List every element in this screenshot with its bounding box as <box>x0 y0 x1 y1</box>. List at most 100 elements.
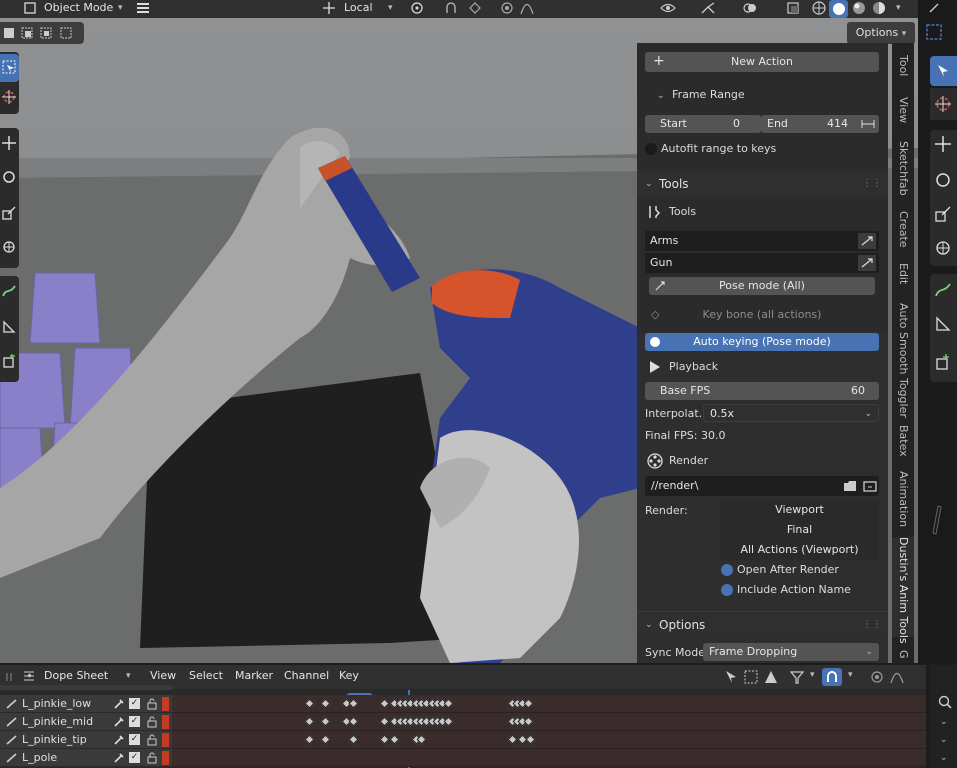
tab-view[interactable]: View <box>892 97 914 127</box>
list-item[interactable]: Gun <box>645 253 879 273</box>
sync-mode-dropdown[interactable]: Frame Dropping ⌄ <box>703 643 879 661</box>
keyframe[interactable] <box>525 734 536 745</box>
interpolation-dropdown[interactable]: 0.5x ⌄ <box>703 404 879 422</box>
keyframe[interactable] <box>320 734 331 745</box>
autofit-checkbox[interactable] <box>645 143 657 155</box>
chevron-down-icon[interactable]: ▾ <box>810 670 815 680</box>
search-icon[interactable] <box>938 695 952 709</box>
keyframe[interactable] <box>304 734 315 745</box>
render-viewport-button[interactable]: Viewport <box>720 500 879 520</box>
select-subtract-icon[interactable] <box>40 27 52 39</box>
armature-icon[interactable] <box>858 233 876 249</box>
chevron-down-icon[interactable]: ▾ <box>896 0 901 18</box>
menu-marker[interactable]: Marker <box>235 668 273 686</box>
keyframe-row[interactable] <box>172 713 926 731</box>
annotate-icon[interactable] <box>935 282 951 298</box>
editor-type-icon[interactable] <box>4 670 14 684</box>
falloff-icon[interactable] <box>890 670 904 684</box>
cursor-tool[interactable] <box>930 88 957 120</box>
cursor-arrow-icon[interactable] <box>724 670 738 684</box>
measure-tool[interactable] <box>0 314 19 342</box>
include-action-name-checkbox[interactable] <box>721 584 733 596</box>
keyframe[interactable] <box>507 734 517 745</box>
armature-icon[interactable] <box>858 255 876 271</box>
keyframe-row[interactable] <box>172 695 926 713</box>
drag-handle-icon[interactable]: ⋮⋮ <box>862 171 882 197</box>
transform-tool[interactable] <box>0 234 19 262</box>
select-new-icon[interactable] <box>3 27 15 39</box>
lock-icon[interactable] <box>146 734 158 746</box>
gizmo-icon[interactable] <box>700 1 716 15</box>
tab-g[interactable]: G <box>892 650 914 663</box>
cursor-tool[interactable] <box>0 84 19 112</box>
fit-range-icon[interactable] <box>861 118 875 130</box>
select-intersect-icon[interactable] <box>60 27 72 39</box>
new-action-button[interactable]: + New Action <box>645 52 879 72</box>
chevron-down-icon[interactable]: ⌄ <box>940 717 948 727</box>
keyframe[interactable] <box>304 698 315 709</box>
scale-icon[interactable] <box>935 206 951 222</box>
tab-tool[interactable]: Tool <box>892 55 914 85</box>
keyframe[interactable] <box>320 716 331 727</box>
chevron-down-icon[interactable]: ⌄ <box>940 753 948 763</box>
tab-edit[interactable]: Edit <box>892 263 914 293</box>
lock-icon[interactable] <box>146 698 158 710</box>
start-frame-field[interactable]: Start 0 <box>645 115 761 133</box>
tab-create[interactable]: Create <box>892 211 914 251</box>
pivot-icon[interactable] <box>410 1 424 15</box>
dope-sheet-mode-dropdown[interactable]: Dope Sheet ▾ <box>22 668 131 686</box>
keyframe[interactable] <box>348 716 359 727</box>
channel-row[interactable]: L_pinkie_mid ✓ <box>0 713 172 731</box>
warning-icon[interactable] <box>764 670 778 684</box>
proportional-edit-icon[interactable] <box>500 1 514 15</box>
keyframe[interactable] <box>379 698 390 709</box>
visibility-checkbox[interactable]: ✓ <box>129 698 140 709</box>
visibility-icon[interactable] <box>660 1 676 15</box>
channel-row[interactable]: L_pole ✓ <box>0 749 172 767</box>
rotate-icon[interactable] <box>935 172 951 188</box>
wrench-icon[interactable] <box>113 698 125 710</box>
snapping-toggle[interactable] <box>822 668 842 686</box>
end-frame-field[interactable]: End 414 <box>761 115 879 133</box>
hamburger-icon[interactable] <box>136 1 150 15</box>
menu-channel[interactable]: Channel <box>284 668 329 686</box>
keyframe[interactable] <box>379 716 390 727</box>
open-after-render-checkbox[interactable] <box>721 564 733 576</box>
chevron-down-icon[interactable]: ▾ <box>848 670 853 680</box>
render-path-field[interactable]: //render\ <box>645 476 879 496</box>
add-cube-icon[interactable] <box>935 354 951 370</box>
auto-keying-toggle[interactable]: Auto keying (Pose mode) <box>645 333 879 351</box>
folder-icon[interactable] <box>843 479 857 493</box>
scale-tool[interactable] <box>0 200 19 228</box>
base-fps-field[interactable]: Base FPS 60 <box>645 382 879 400</box>
keyframe[interactable] <box>389 734 400 745</box>
tab-dustins-anim-tools[interactable]: Dustin's Anim Tools <box>892 537 914 644</box>
move-icon[interactable] <box>935 136 951 152</box>
measure-icon[interactable] <box>935 316 951 332</box>
filter-icon[interactable] <box>790 670 804 684</box>
lock-icon[interactable] <box>146 716 158 728</box>
snap-target-icon[interactable] <box>468 1 482 15</box>
menu-key[interactable]: Key <box>339 668 359 686</box>
channel-row[interactable]: L_pinkie_tip ✓ <box>0 731 172 749</box>
move-tool[interactable] <box>0 130 19 158</box>
keyframe-row[interactable] <box>172 731 926 749</box>
open-folder-icon[interactable] <box>863 479 877 493</box>
add-cube-tool[interactable] <box>0 348 19 376</box>
list-item[interactable]: Arms <box>645 231 879 251</box>
material-shading-icon[interactable] <box>852 1 866 15</box>
chevron-down-icon[interactable]: ⌄ <box>940 735 948 745</box>
keyframe-row[interactable] <box>172 749 926 767</box>
keyframe[interactable] <box>348 734 359 745</box>
scrollbar-handle-icon[interactable] <box>932 505 942 535</box>
visibility-checkbox[interactable]: ✓ <box>129 734 140 745</box>
proportional-edit-icon[interactable] <box>870 670 884 684</box>
editor-type-button[interactable] <box>2 0 36 18</box>
tab-sketchfab[interactable]: Sketchfab <box>892 141 914 201</box>
orientation-dropdown[interactable]: Local ▾ <box>344 0 393 18</box>
key-bone-button[interactable]: ◇ Key bone (all actions) <box>645 305 879 325</box>
options-section-header[interactable]: ⌄ Options ⋮⋮ <box>637 611 888 637</box>
snap-icon[interactable] <box>444 1 458 15</box>
select-extend-icon[interactable] <box>21 27 33 39</box>
mode-dropdown[interactable]: Object Mode ▾ <box>44 0 124 18</box>
